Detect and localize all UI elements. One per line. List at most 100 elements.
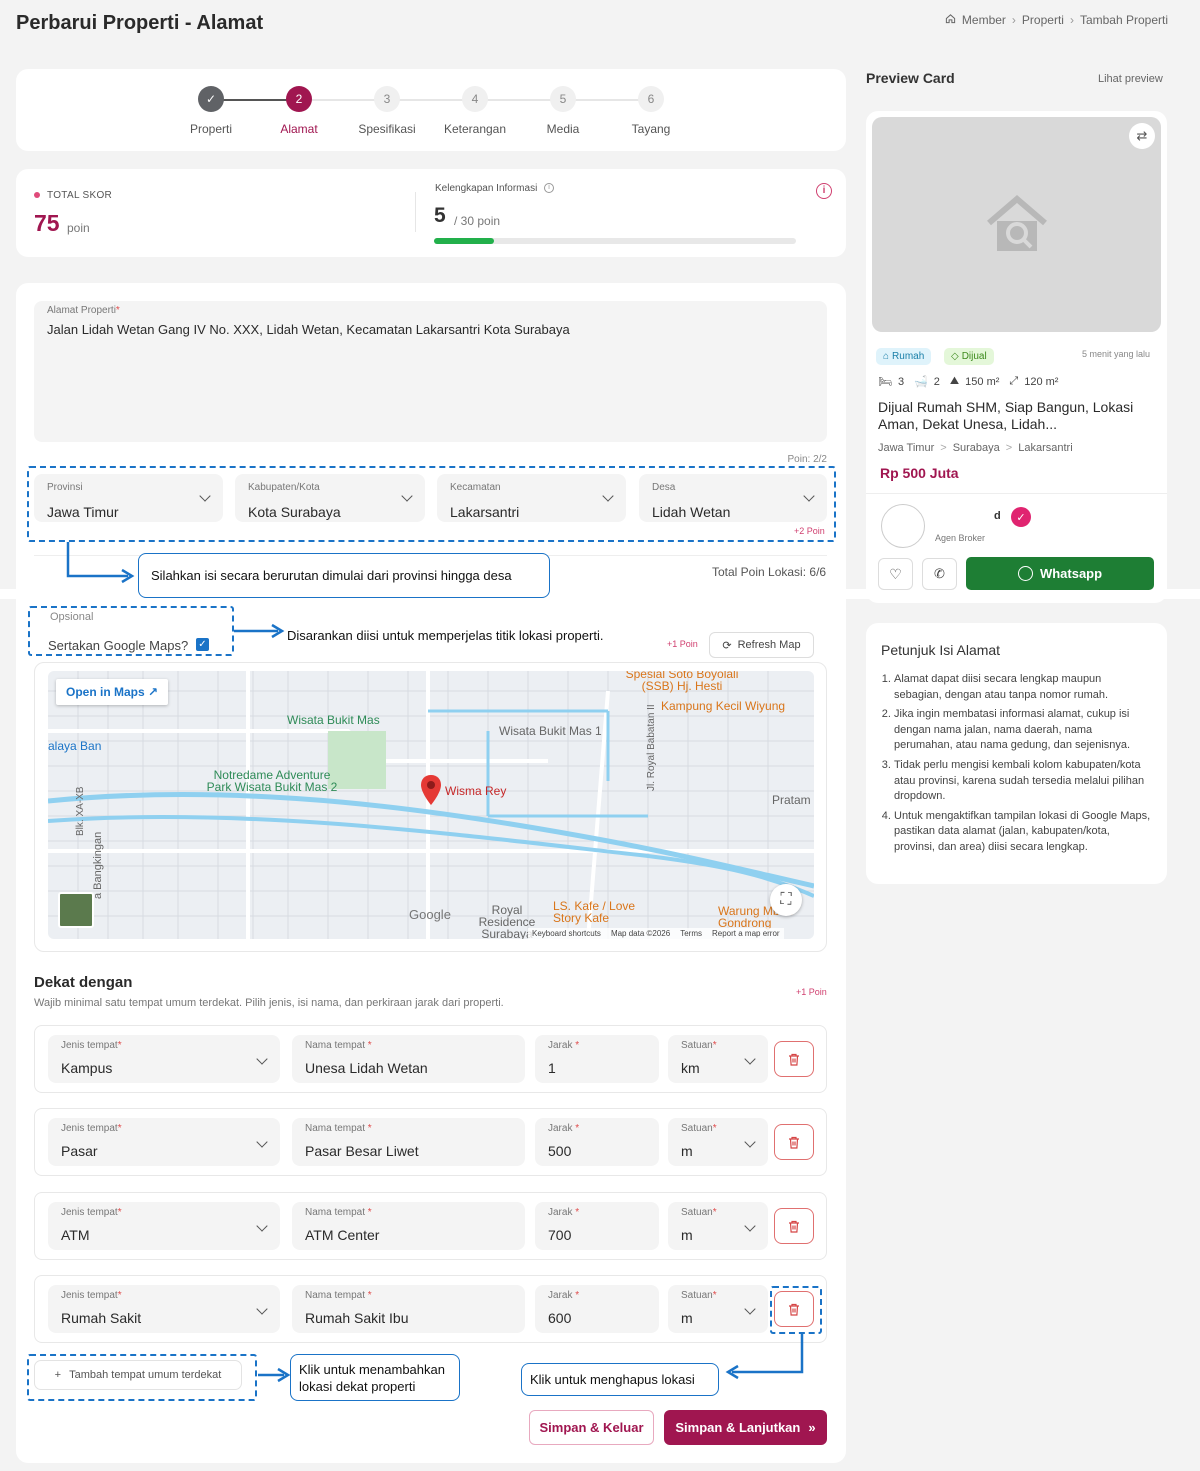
village-select[interactable]: Desa Lidah Wetan: [639, 474, 827, 522]
distance-input[interactable]: Jarak * 600: [535, 1285, 659, 1333]
place-name-input[interactable]: Nama tempat * ATM Center: [292, 1202, 525, 1250]
listing-title: Dijual Rumah SHM, Siap Bangun, Lokasi Am…: [878, 399, 1134, 432]
add-nearby-button[interactable]: + Tambah tempat umum terdekat: [34, 1360, 242, 1390]
step-tayang[interactable]: 6 Tayang: [606, 86, 696, 136]
map-road-label: Blk. XA-XB: [75, 786, 86, 836]
chevron-down-icon: [602, 490, 614, 502]
distance-input[interactable]: Jarak * 500: [535, 1118, 659, 1166]
call-button[interactable]: ✆: [922, 558, 957, 590]
trash-icon: [789, 1136, 799, 1149]
step-number: 2: [286, 86, 312, 112]
breadcrumb: Member › Properti › Tambah Properti: [945, 13, 1168, 27]
map-place-label: LS. Kafe / Love Story Kafe: [553, 899, 636, 925]
place-name-input[interactable]: Nama tempat * Pasar Besar Liwet: [292, 1118, 525, 1166]
map-layer-toggle[interactable]: [58, 892, 94, 928]
specs-row: 🛏 3 🛁 2 ⛰ 150 m² ⤢ 120 m²: [878, 375, 1059, 388]
place-name-input[interactable]: Nama tempat * Rumah Sakit Ibu: [292, 1285, 525, 1333]
total-location-poin: Total Poin Lokasi: 6/6: [712, 565, 827, 579]
agent-name: d: [994, 510, 1001, 522]
chevron-down-icon: [744, 1303, 756, 1315]
address-textarea[interactable]: Alamat Properti* Jalan Lidah Wetan Gang …: [34, 301, 827, 442]
place-type-select[interactable]: Jenis tempat* Kampus: [48, 1035, 280, 1083]
preview-title: Preview Card: [866, 70, 955, 86]
guide-list: Alamat dapat diisi secara lengkap maupun…: [894, 672, 1152, 860]
breadcrumb-item-member[interactable]: Member: [962, 13, 1006, 27]
delete-row-button[interactable]: [774, 1124, 814, 1160]
refresh-map-button[interactable]: ⟳ Refresh Map: [709, 632, 814, 658]
step-alamat[interactable]: 2 Alamat: [254, 86, 344, 136]
whatsapp-button[interactable]: Whatsapp: [966, 557, 1154, 590]
province-select[interactable]: Provinsi Jawa Timur: [34, 474, 223, 522]
breadcrumb-item-tambah: Tambah Properti: [1079, 13, 1168, 27]
save-exit-button[interactable]: Simpan & Keluar: [529, 1410, 654, 1445]
map-footer: Keyboard shortcuts Map data ©2026 Terms …: [528, 928, 784, 939]
land-icon: ⛰: [949, 375, 960, 387]
tag-icon: ◇: [951, 351, 959, 362]
step-label: Properti: [189, 122, 233, 136]
place-name-input[interactable]: Nama tempat * Unesa Lidah Wetan: [292, 1035, 525, 1083]
building-icon: ⤢: [1009, 375, 1019, 387]
distance-input[interactable]: Jarak * 700: [535, 1202, 659, 1250]
delete-row-button[interactable]: [774, 1208, 814, 1244]
step-spesifikasi[interactable]: 3 Spesifikasi: [342, 86, 432, 136]
chevron-down-icon: [744, 1136, 756, 1148]
favorite-button[interactable]: ♡: [878, 558, 913, 590]
chevron-down-icon: [744, 1220, 756, 1232]
distance-input[interactable]: Jarak * 1: [535, 1035, 659, 1083]
guide-item: Untuk mengaktifkan tampilan lokasi di Go…: [894, 809, 1152, 856]
save-next-button[interactable]: Simpan & Lanjutkan»: [664, 1410, 827, 1445]
map-place-label: Notredame Adventure Park Wisata Bukit Ma…: [206, 768, 338, 794]
avatar: [881, 504, 925, 548]
unit-select[interactable]: Satuan* km: [668, 1035, 768, 1083]
fullscreen-icon[interactable]: ⛶: [770, 884, 802, 916]
open-in-maps-button[interactable]: Open in Maps ↗: [56, 679, 169, 705]
bath-icon: 🛁: [914, 376, 928, 388]
total-score-value: 75: [34, 210, 60, 236]
arrow-icon: [234, 623, 285, 639]
chevron-down-icon: [256, 1136, 268, 1148]
unit-select[interactable]: Satuan* m: [668, 1202, 768, 1250]
region-poin: +2 Poin: [794, 526, 825, 536]
breadcrumb-item-properti[interactable]: Properti: [1022, 13, 1064, 27]
chevron-down-icon: [744, 1053, 756, 1065]
map-pin-label: Wisma Rey: [445, 784, 507, 798]
listing-location: Jawa Timur > Surabaya > Lakarsantri: [878, 442, 1073, 454]
map-place-label: Wisata Bukit Mas 1: [499, 724, 602, 738]
step-label: Spesifikasi: [358, 122, 416, 136]
external-link-icon: ↗: [148, 685, 159, 699]
place-type-select[interactable]: Jenis tempat* Rumah Sakit: [48, 1285, 280, 1333]
info-icon[interactable]: i: [544, 183, 554, 193]
place-type-select[interactable]: Jenis tempat* ATM: [48, 1202, 280, 1250]
nearby-poin: +1 Poin: [796, 987, 827, 997]
chevron-down-icon: [199, 490, 211, 502]
total-score-label: TOTAL SKOR: [47, 190, 113, 201]
keyboard-shortcuts-link[interactable]: Keyboard shortcuts: [532, 929, 601, 938]
place-type-select[interactable]: Jenis tempat* Pasar: [48, 1118, 280, 1166]
guide-item: Tidak perlu mengisi kembali kolom kabupa…: [894, 758, 1152, 805]
map-place-label: Kampung Kecil Wiyung: [661, 699, 786, 713]
delete-row-button[interactable]: [774, 1041, 814, 1077]
arrow-icon: [725, 1334, 804, 1380]
swap-icon[interactable]: ⇄: [1129, 123, 1155, 149]
terms-link[interactable]: Terms: [680, 929, 702, 938]
chevron-down-icon: [256, 1053, 268, 1065]
badge-type: ⌂ Rumah: [876, 346, 932, 365]
house-search-icon: [987, 195, 1047, 251]
step-media[interactable]: 5 Media: [518, 86, 608, 136]
district-select[interactable]: Kecamatan Lakarsantri: [437, 474, 626, 522]
bed-icon: 🛏: [878, 376, 892, 388]
map-view[interactable]: Open in Maps ↗ Spesial Soto Boyolali (SS…: [48, 671, 814, 939]
map-data-label: Map data ©2026: [610, 929, 671, 938]
guide-title: Petunjuk Isi Alamat: [881, 642, 1001, 658]
unit-select[interactable]: Satuan* m: [668, 1118, 768, 1166]
alert-info-icon[interactable]: i: [816, 183, 832, 199]
maps-poin: +1 Poin: [667, 639, 698, 649]
preview-link[interactable]: Lihat preview: [1098, 73, 1163, 85]
step-properti[interactable]: ✓ Properti: [166, 86, 256, 136]
report-error-link[interactable]: Report a map error: [712, 929, 780, 938]
include-maps-checkbox[interactable]: ✓: [196, 638, 209, 651]
city-select[interactable]: Kabupaten/Kota Kota Surabaya: [235, 474, 425, 522]
map-place-label: Pratam: [772, 793, 811, 807]
unit-select[interactable]: Satuan* m: [668, 1285, 768, 1333]
step-keterangan[interactable]: 4 Keterangan: [430, 86, 520, 136]
